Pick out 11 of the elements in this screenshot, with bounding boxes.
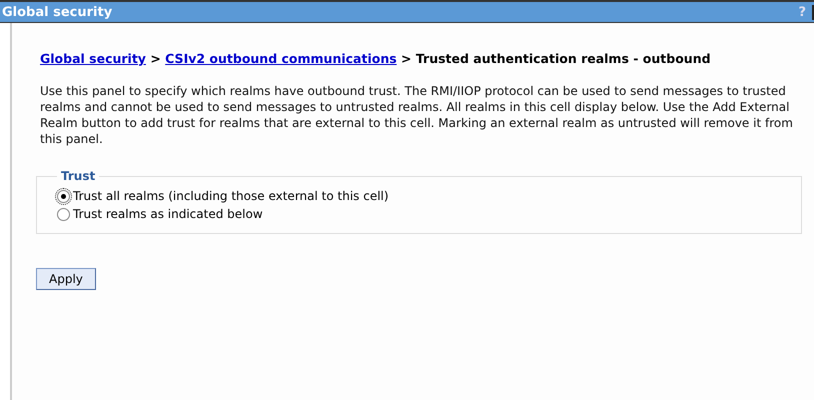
window-title: Global security [2,4,112,20]
radio-label: Trust all realms (including those external to this cell) [73,189,389,203]
group-legend: Trust [57,169,100,183]
breadcrumb-link[interactable]: CSIv2 outbound communications [165,51,397,66]
breadcrumb-link[interactable]: Global security [40,51,146,66]
radio-button[interactable] [57,190,70,202]
radio-button[interactable] [57,208,70,220]
description-text: Use this panel to specify which realms have outbound trust. The RMI/IIOP protocol can be used to send messages to trusted realms and cannot be used to send messages to untrusted realms. All realms in this cell display below. Use the Add External Realm button to add trust for realms that are external to this cell. Marking an external realm as untrusted will remove it from this panel. [40,83,794,147]
radio-label: Trust realms as indicated below [73,207,263,221]
apply-button[interactable]: Apply [36,268,96,290]
breadcrumb: Global security > CSIv2 outbound communications > Trusted authentication realms - outbound [40,51,712,67]
